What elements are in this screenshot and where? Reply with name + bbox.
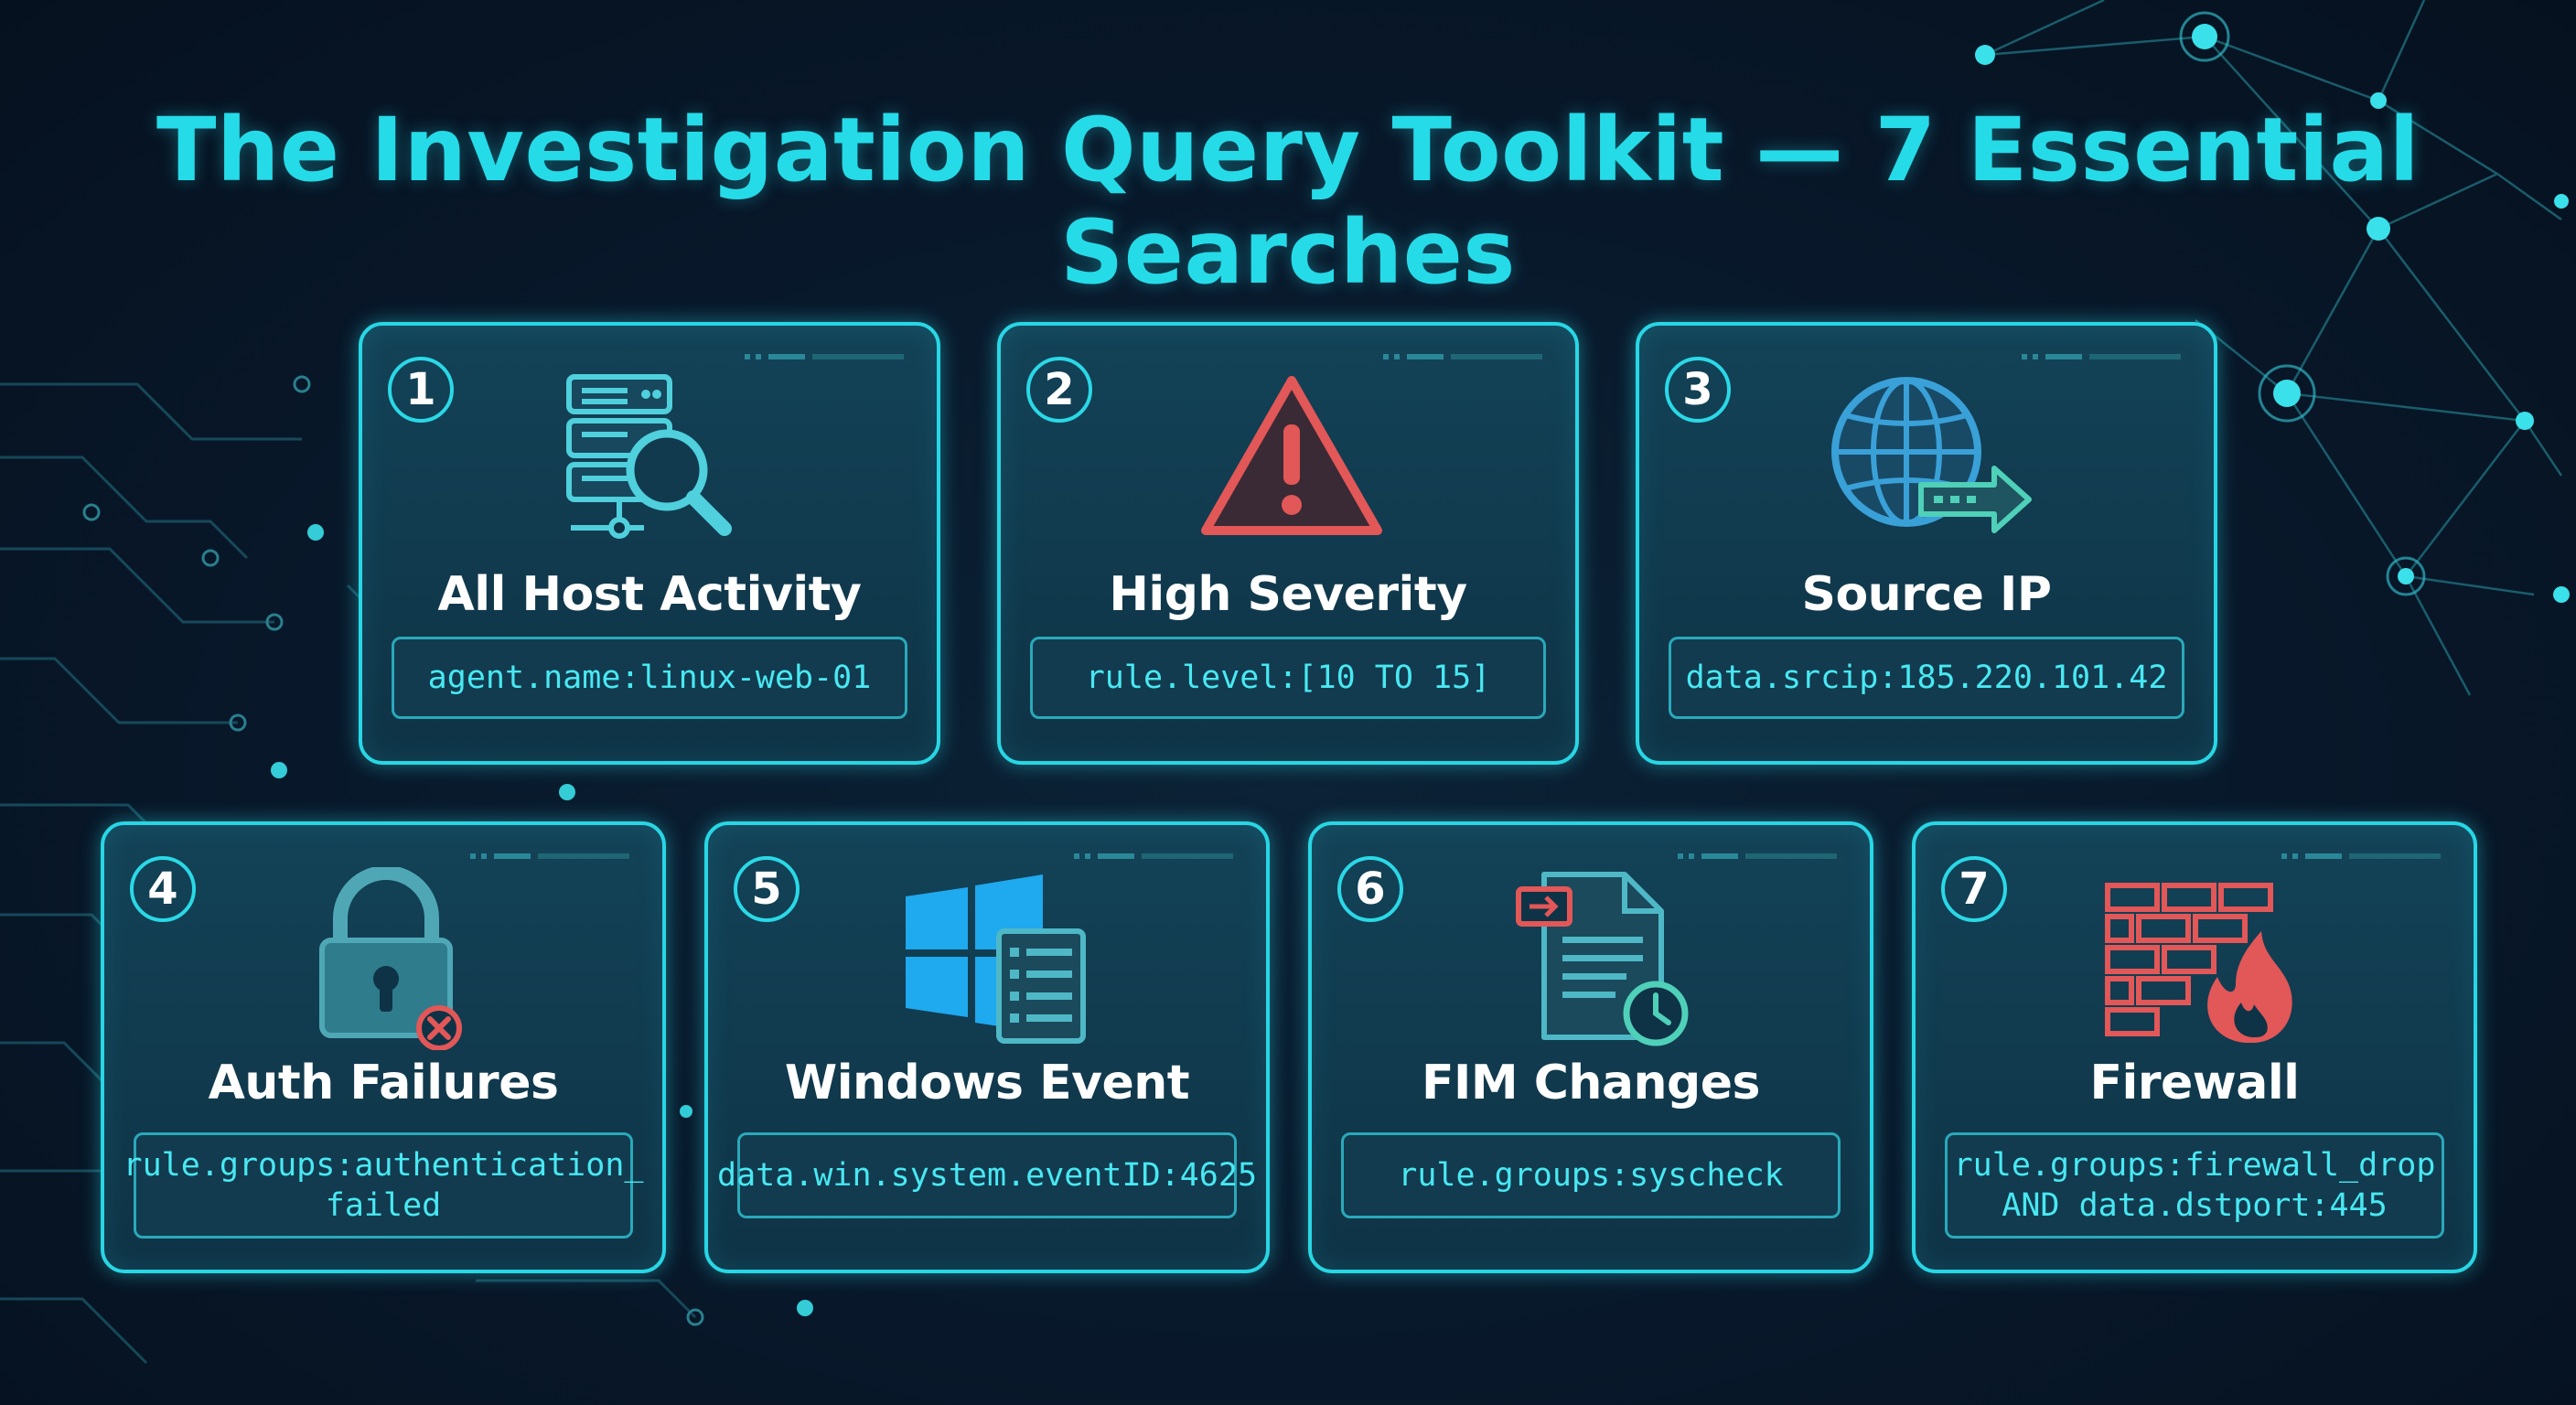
query-card-auth-failures[interactable]: 4 Auth Failures rule.groups:authenticati… [101,821,666,1273]
window-dots-decoration [1383,354,1542,359]
padlock-error-icon [319,867,462,1050]
card-label: Firewall [2089,1056,2300,1110]
globe-arrow-icon [1831,377,2032,533]
card-label: FIM Changes [1422,1056,1760,1110]
card-label: High Severity [1109,567,1467,622]
query-box[interactable]: rule.groups:authentication_ failed [123,1132,643,1239]
card-label: Source IP [1801,567,2053,622]
query-card-source-ip[interactable]: 3 Source IP data.srcip:185.220.101.42 [1636,322,2217,765]
card-label: All Host Activity [437,567,862,622]
firewall-flame-icon [2105,883,2292,1043]
query-card-firewall[interactable]: 7 Firewall rule.groups:firewall_drop AND… [1912,821,2477,1273]
query-card-fim-changes[interactable]: 6 FIM Changes rule.groups:syscheck [1308,821,1873,1273]
query-box[interactable]: rule.groups:firewall_drop AND data.dstpo… [1945,1132,2444,1239]
query-card-all-host-activity[interactable]: 1 All Host Activity agent.name:linux-web… [359,322,940,765]
server-search-icon [566,374,732,539]
query-box[interactable]: agent.name:linux-web-01 [392,637,907,719]
query-box[interactable]: data.win.system.eventID:4625 [717,1132,1257,1218]
card-number-badge: 6 [1337,856,1403,922]
window-dots-decoration [1074,853,1233,859]
file-clock-icon [1516,872,1689,1046]
window-dots-decoration [2281,853,2441,859]
query-box[interactable]: rule.groups:syscheck [1341,1132,1841,1218]
query-box[interactable]: rule.level:[10 TO 15] [1030,637,1546,719]
window-dots-decoration [1678,853,1837,859]
windows-log-icon [906,874,1086,1044]
card-number-badge: 1 [388,357,454,423]
window-dots-decoration [745,354,904,359]
window-dots-decoration [2022,354,2181,359]
window-dots-decoration [470,853,629,859]
page-title: The Investigation Query Toolkit — 7 Esse… [156,99,2420,304]
warning-triangle-icon [1201,376,1382,535]
card-number-badge: 3 [1665,357,1731,423]
card-number-badge: 7 [1941,856,2007,922]
card-label: Windows Event [784,1056,1190,1110]
query-card-high-severity[interactable]: 2 High Severity rule.level:[10 TO 15] [997,322,1579,765]
query-box[interactable]: data.srcip:185.220.101.42 [1669,637,2184,719]
card-number-badge: 5 [734,856,800,922]
card-number-badge: 2 [1026,357,1092,423]
card-number-badge: 4 [130,856,196,922]
card-label: Auth Failures [208,1056,559,1110]
query-card-windows-event[interactable]: 5 Windows Event data.win.system.eventID:… [704,821,1270,1273]
